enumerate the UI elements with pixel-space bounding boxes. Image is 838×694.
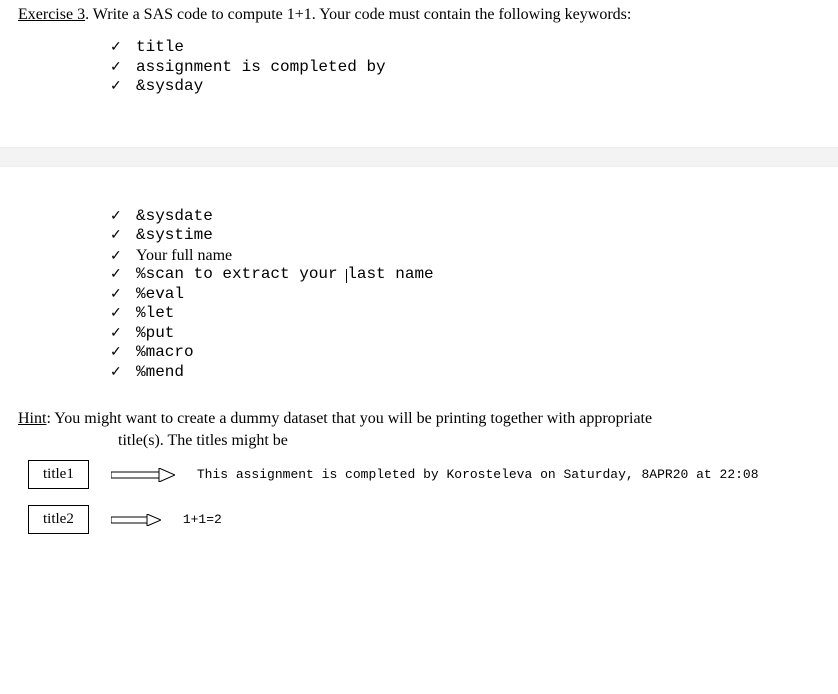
checklist-text: &systime: [136, 226, 213, 246]
checklist-item: ✓ &sysday: [110, 77, 820, 97]
checklist-item: ✓ &systime: [110, 226, 820, 246]
check-icon: ✓: [110, 324, 136, 341]
title-output-text: 1+1=2: [183, 512, 222, 527]
arrow-right-icon: [111, 514, 161, 526]
checklist-text: &sysdate: [136, 207, 213, 227]
title-box-label: title2: [28, 505, 89, 534]
check-icon: ✓: [110, 304, 136, 321]
checklist-text: &sysday: [136, 77, 203, 97]
exercise-label: Exercise 3: [18, 6, 85, 23]
check-icon: ✓: [110, 285, 136, 302]
check-icon: ✓: [110, 207, 136, 224]
checklist-item: ✓ title: [110, 38, 820, 58]
check-icon: ✓: [110, 363, 136, 380]
checklist-item: ✓ %mend: [110, 363, 820, 383]
checklist-text: %mend: [136, 363, 184, 383]
title-row: title2 1+1=2: [28, 505, 820, 534]
hint-line: Hint: You might want to create a dummy d…: [18, 410, 820, 428]
hint-label: Hint: [18, 410, 46, 427]
checklist-text: %let: [136, 304, 174, 324]
checklist-text: %scan to extract your last name: [136, 265, 434, 285]
checklist-text-post: last name: [347, 265, 433, 283]
hint-continuation: title(s). The titles might be: [118, 432, 820, 450]
checklist-item: ✓ %let: [110, 304, 820, 324]
title-output-text: This assignment is completed by Korostel…: [197, 467, 759, 482]
checklist-text: %macro: [136, 343, 194, 363]
check-icon: ✓: [110, 226, 136, 243]
checklist-bottom: ✓ &sysdate ✓ &systime ✓ Your full name ✓…: [110, 207, 820, 383]
check-icon: ✓: [110, 343, 136, 360]
arrow-right-icon: [111, 468, 175, 482]
checklist-text: Your full name: [136, 246, 232, 266]
page-break: [0, 147, 838, 167]
check-icon: ✓: [110, 247, 136, 264]
title-box-label: title1: [28, 460, 89, 489]
check-icon: ✓: [110, 265, 136, 282]
checklist-item: ✓ %macro: [110, 343, 820, 363]
check-icon: ✓: [110, 77, 136, 94]
document-page: Exercise 3. Write a SAS code to compute …: [0, 0, 838, 554]
check-icon: ✓: [110, 58, 136, 75]
checklist-item: ✓ assignment is completed by: [110, 58, 820, 78]
checklist-text-pre: %scan to extract your: [136, 265, 347, 283]
checklist-item: ✓ Your full name: [110, 246, 820, 266]
title-row: title1 This assignment is completed by K…: [28, 460, 820, 489]
checklist-text: %eval: [136, 285, 184, 305]
exercise-prompt: Write a SAS code to compute 1+1. Your co…: [89, 6, 631, 23]
checklist-text: assignment is completed by: [136, 58, 386, 78]
check-icon: ✓: [110, 38, 136, 55]
checklist-item: ✓ %eval: [110, 285, 820, 305]
checklist-text: title: [136, 38, 184, 58]
checklist-item: ✓ %put: [110, 324, 820, 344]
checklist-text: %put: [136, 324, 174, 344]
exercise-prompt-line: Exercise 3. Write a SAS code to compute …: [18, 6, 820, 24]
hint-text1: : You might want to create a dummy datas…: [46, 410, 652, 427]
checklist-item: ✓ %scan to extract your last name: [110, 265, 820, 285]
section-bottom: ✓ &sysdate ✓ &systime ✓ Your full name ✓…: [0, 167, 838, 555]
checklist-item: ✓ &sysdate: [110, 207, 820, 227]
section-top: Exercise 3. Write a SAS code to compute …: [0, 0, 838, 147]
checklist-top: ✓ title ✓ assignment is completed by ✓ &…: [110, 38, 820, 97]
